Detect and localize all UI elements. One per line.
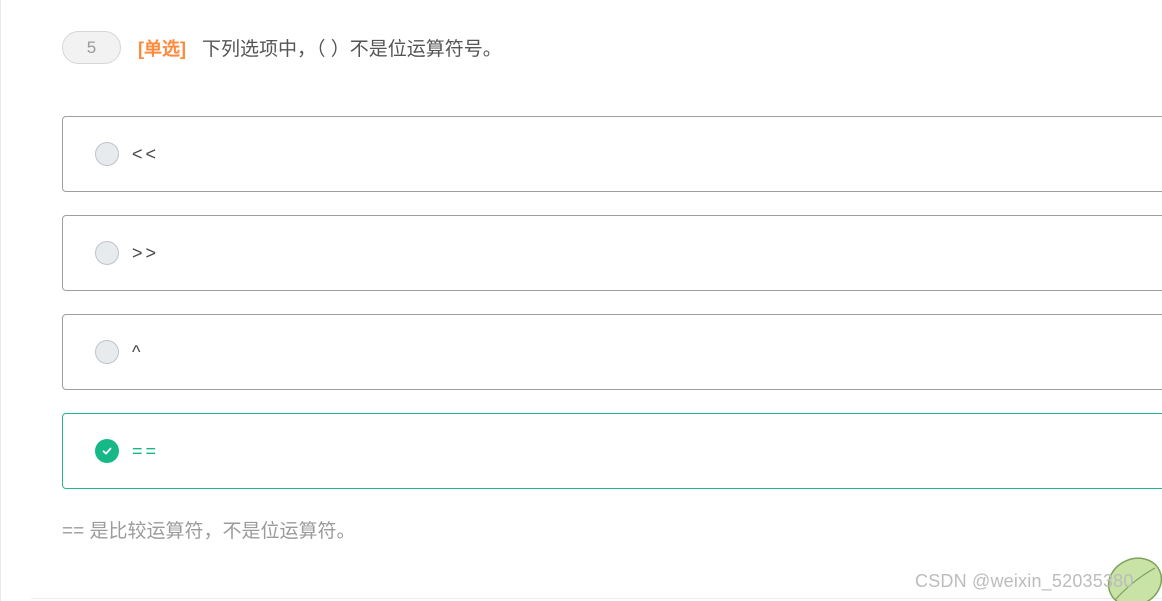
option-a[interactable]: <<: [62, 116, 1162, 192]
question-header: 5 [单选] 下列选项中，（ ）不是位运算符号。: [62, 30, 502, 65]
option-c[interactable]: ^: [62, 314, 1162, 390]
check-circle-icon[interactable]: [95, 439, 119, 463]
radio-icon[interactable]: [95, 142, 119, 166]
option-label: ^: [132, 341, 144, 362]
question-page: 5 [单选] 下列选项中，（ ）不是位运算符号。 << >> ^ == == 是…: [0, 0, 1162, 601]
option-d[interactable]: ==: [62, 413, 1162, 489]
watermark-text: CSDN @weixin_52035380: [915, 571, 1134, 591]
question-number-badge: 5: [62, 31, 121, 64]
radio-icon[interactable]: [95, 340, 119, 364]
radio-icon[interactable]: [95, 241, 119, 265]
question-type-label: [单选]: [138, 38, 186, 59]
question-text: 下列选项中，（ ）不是位运算符号。: [202, 39, 502, 60]
option-b[interactable]: >>: [62, 215, 1162, 291]
divider: [31, 598, 1162, 599]
option-label: ==: [132, 440, 160, 461]
option-label: >>: [132, 242, 160, 263]
answer-explanation: == 是比较运算符，不是位运算符。: [62, 521, 356, 542]
option-label: <<: [132, 143, 160, 164]
